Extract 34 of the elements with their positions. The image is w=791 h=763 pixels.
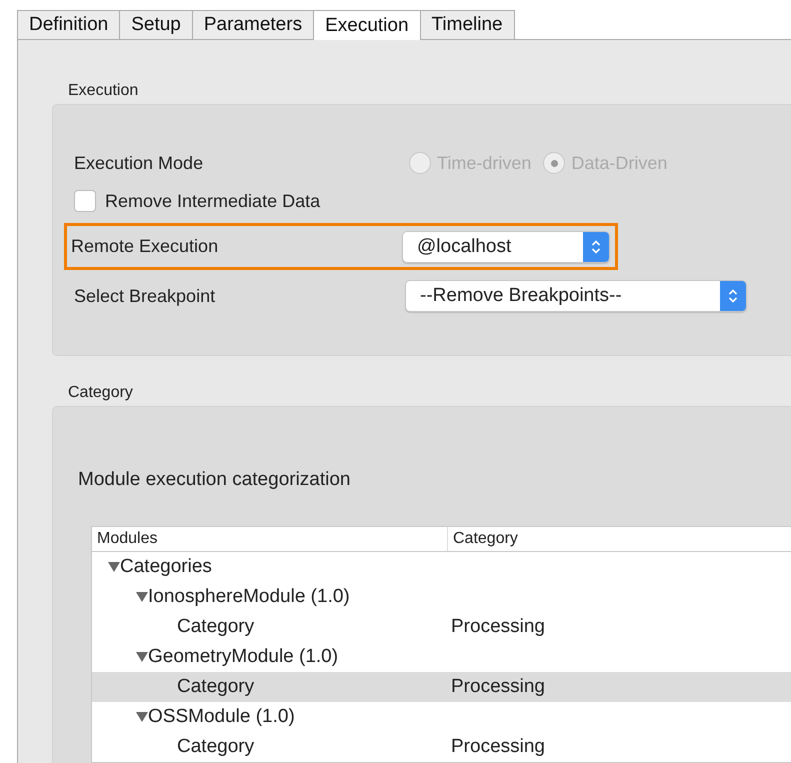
tab[interactable]: Execution xyxy=(314,10,421,40)
category-value: Processing xyxy=(450,736,546,758)
stepper-icon xyxy=(728,288,738,304)
module-name: GeometryModule (1.0) xyxy=(148,646,338,668)
module-name: Category xyxy=(177,676,254,698)
section-caption: Module execution categorization xyxy=(78,469,352,491)
stepper-icon xyxy=(591,238,601,254)
group-title: Execution xyxy=(68,82,140,100)
tab[interactable]: Setup xyxy=(120,10,193,40)
module-name: OSSModule (1.0) xyxy=(148,706,295,728)
tab[interactable]: Timeline xyxy=(420,10,515,40)
disclosure-triangle-icon[interactable] xyxy=(136,651,148,663)
disclosure-triangle-icon[interactable] xyxy=(136,711,148,723)
disclosure-triangle-icon[interactable] xyxy=(108,561,120,573)
module-name: Category xyxy=(177,736,254,758)
field-label: Remote Execution xyxy=(71,236,220,257)
checkbox-label: Remove Intermediate Data xyxy=(105,190,320,212)
module-name: Categories xyxy=(120,556,212,578)
dropdown[interactable]: --Remove Breakpoints-- xyxy=(405,280,747,312)
column-header[interactable]: Modules xyxy=(92,527,447,551)
field-label: Execution Mode xyxy=(74,152,204,174)
disclosure-triangle-icon[interactable] xyxy=(136,591,148,603)
group-title: Category xyxy=(68,384,134,402)
tab[interactable]: Definition xyxy=(17,10,120,40)
tab[interactable]: Parameters xyxy=(192,10,314,40)
tree-row[interactable]: Category Processing xyxy=(92,672,791,702)
field-label: Select Breakpoint xyxy=(74,286,216,306)
category-value: Processing xyxy=(450,616,546,638)
dropdown[interactable]: @localhost xyxy=(402,230,610,262)
category-value: Processing xyxy=(450,676,546,698)
module-name: IonosphereModule (1.0) xyxy=(148,586,350,608)
module-name: Category xyxy=(177,616,254,638)
checkbox[interactable] xyxy=(74,190,96,212)
column-header[interactable]: Category xyxy=(447,527,791,551)
